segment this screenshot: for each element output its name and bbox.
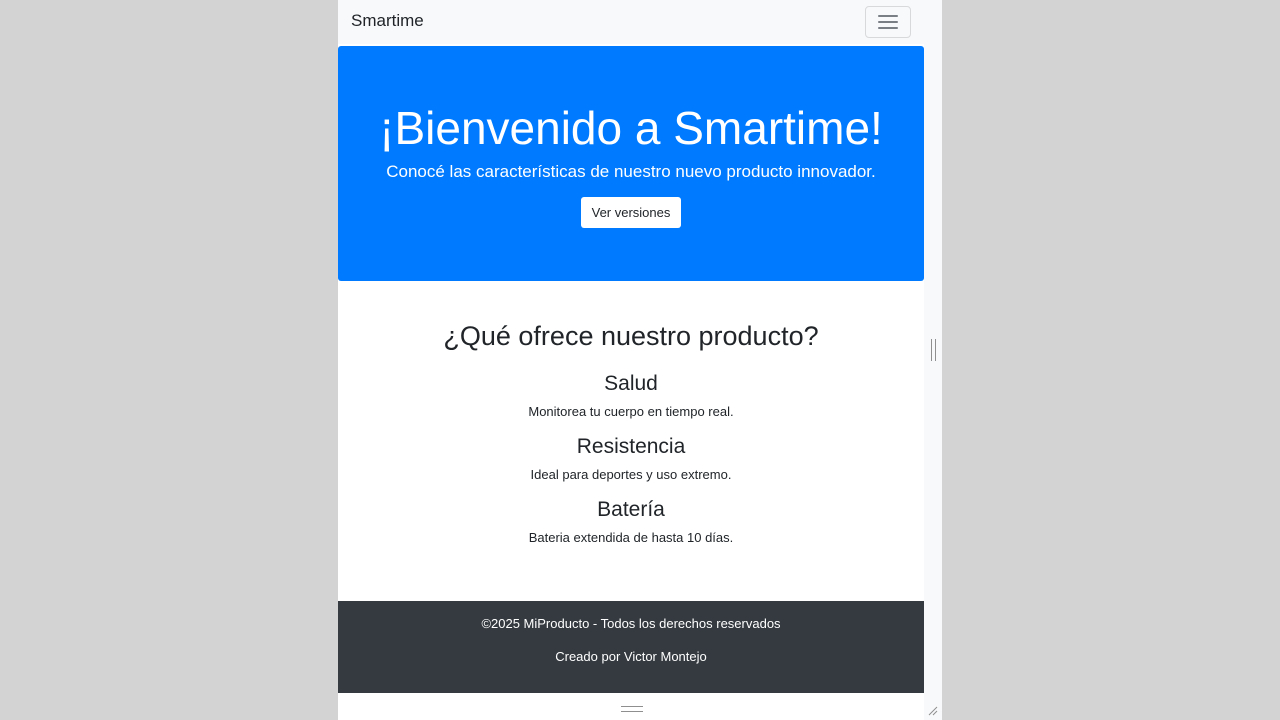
- feature-description: Ideal para deportes y uso extremo.: [530, 467, 732, 482]
- feature-name: Resistencia: [576, 435, 686, 458]
- hero-jumbotron: ¡Bienvenido a Smartime! Conocé las carac…: [338, 46, 924, 281]
- navbar-brand[interactable]: Smartime: [351, 11, 424, 31]
- hero-subtitle: Conocé las características de nuestro nu…: [386, 162, 876, 181]
- vertical-resize-handle[interactable]: [931, 339, 936, 361]
- footer-credit: Creado por Victor Montejo: [555, 649, 707, 664]
- hamburger-icon: [878, 15, 898, 17]
- feature-description: Bateria extendida de hasta 10 días.: [528, 530, 734, 545]
- page: Smartime ¡Bienvenido a Smartime! Conocé …: [338, 0, 924, 720]
- feature-description: Monitorea tu cuerpo en tiempo real.: [528, 404, 734, 419]
- feature-name: Batería: [597, 498, 665, 521]
- navbar: Smartime: [338, 0, 924, 44]
- horizontal-resize-handle[interactable]: [621, 706, 643, 712]
- resize-corner-icon[interactable]: [926, 703, 938, 716]
- hamburger-icon: [878, 27, 898, 29]
- features-title: ¿Qué ofrece nuestro producto?: [443, 321, 819, 351]
- responsive-viewport: Smartime ¡Bienvenido a Smartime! Conocé …: [338, 0, 942, 720]
- footer: ©2025 MiProducto - Todos los derechos re…: [338, 601, 924, 693]
- feature-name: Salud: [604, 372, 658, 395]
- footer-copyright: ©2025 MiProducto - Todos los derechos re…: [481, 616, 781, 631]
- hero-title: ¡Bienvenido a Smartime!: [379, 102, 883, 154]
- navbar-toggler-button[interactable]: [865, 6, 911, 38]
- hamburger-icon: [878, 21, 898, 23]
- view-versions-button[interactable]: Ver versiones: [581, 197, 681, 228]
- features-section: ¿Qué ofrece nuestro producto? Salud Moni…: [338, 281, 924, 601]
